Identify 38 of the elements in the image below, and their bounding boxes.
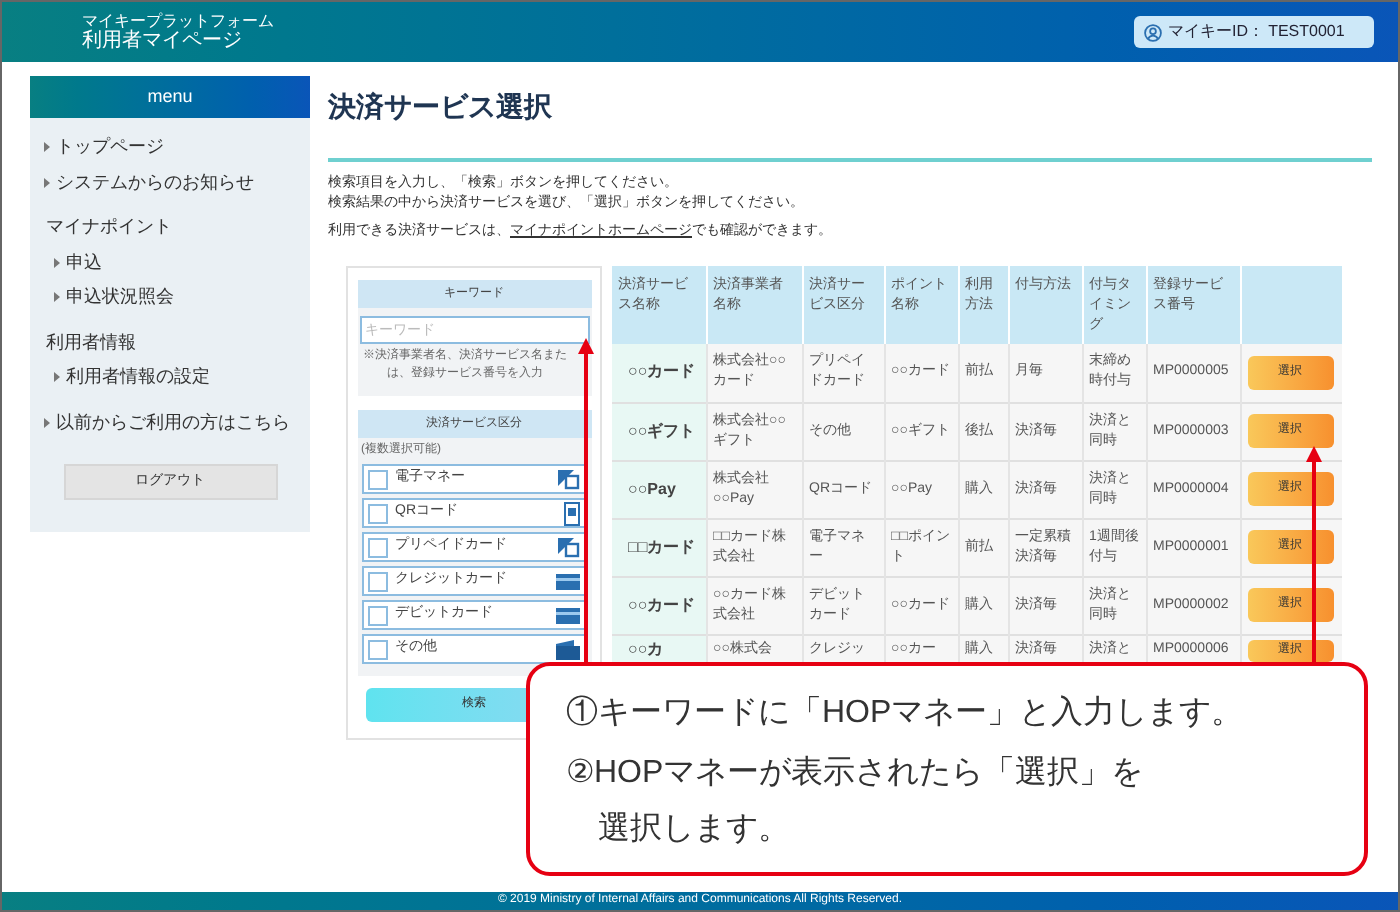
triangle-icon bbox=[54, 372, 60, 383]
checkbox[interactable] bbox=[367, 503, 387, 523]
menu-link[interactable]: 申込 bbox=[30, 245, 310, 280]
checkbox[interactable] bbox=[367, 605, 387, 625]
triangle-icon bbox=[54, 257, 60, 268]
step-text: ②HOPマネーが表示されたら「選択」を選択します。 bbox=[566, 753, 1146, 850]
triangle-icon bbox=[44, 417, 50, 428]
checkbox[interactable] bbox=[367, 571, 387, 591]
checkbox[interactable] bbox=[367, 639, 387, 659]
user-icon bbox=[1144, 23, 1162, 41]
menu-heading: 利用者情報 bbox=[44, 329, 138, 355]
table-cell: ○○Pay bbox=[612, 460, 706, 518]
phone-icon bbox=[563, 501, 579, 525]
triangle-icon bbox=[44, 177, 50, 188]
card-icon bbox=[555, 607, 579, 623]
menu-link[interactable]: 以前からご利用の方はこちら bbox=[30, 405, 310, 440]
card-icon bbox=[555, 536, 579, 558]
user-id: マイキーID： TEST0001 bbox=[1168, 20, 1345, 44]
page-title: 決済サービス選択 bbox=[328, 88, 554, 124]
brand-subtitle: マイキープラットフォーム bbox=[82, 12, 274, 30]
menu-heading: マイナポイント bbox=[44, 214, 174, 240]
menu-link[interactable]: トップページ bbox=[30, 130, 310, 165]
checkbox[interactable] bbox=[367, 537, 387, 557]
wallet-icon bbox=[555, 639, 579, 659]
card-icon bbox=[555, 468, 579, 490]
table-cell: ○○ギフト bbox=[612, 402, 706, 460]
triangle-icon bbox=[44, 142, 50, 153]
menu-link[interactable]: 利用者情報の設定 bbox=[30, 360, 310, 395]
menu-link[interactable]: 申込状況照会 bbox=[30, 280, 310, 315]
card-icon bbox=[555, 573, 579, 589]
menu-link[interactable]: システムからのお知らせ bbox=[30, 165, 310, 200]
menu-title: menu bbox=[30, 76, 310, 118]
table-cell: ○○カード bbox=[612, 576, 706, 634]
table-cell: ○○カード bbox=[612, 344, 706, 402]
triangle-icon bbox=[54, 292, 60, 303]
brand-title: 利用者マイページ bbox=[82, 32, 244, 52]
checkbox[interactable] bbox=[367, 469, 387, 489]
table-cell: □□カード bbox=[612, 518, 706, 576]
